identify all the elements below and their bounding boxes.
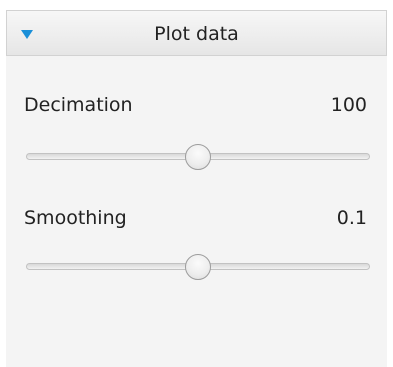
plot-data-panel: Plot data Decimation 100 Smoothing 0.1: [0, 0, 393, 367]
panel-title: Plot data: [154, 23, 239, 45]
smoothing-label: Smoothing: [24, 207, 127, 229]
panel-content: Decimation 100 Smoothing 0.1: [6, 56, 387, 367]
smoothing-value: 0.1: [336, 207, 367, 229]
decimation-slider[interactable]: [26, 144, 370, 170]
decimation-slider-thumb[interactable]: [185, 144, 211, 170]
decimation-label: Decimation: [24, 94, 133, 116]
decimation-value: 100: [330, 94, 367, 116]
panel-title-bar[interactable]: Plot data: [6, 10, 387, 56]
smoothing-slider-thumb[interactable]: [185, 254, 211, 280]
smoothing-slider[interactable]: [26, 254, 370, 280]
